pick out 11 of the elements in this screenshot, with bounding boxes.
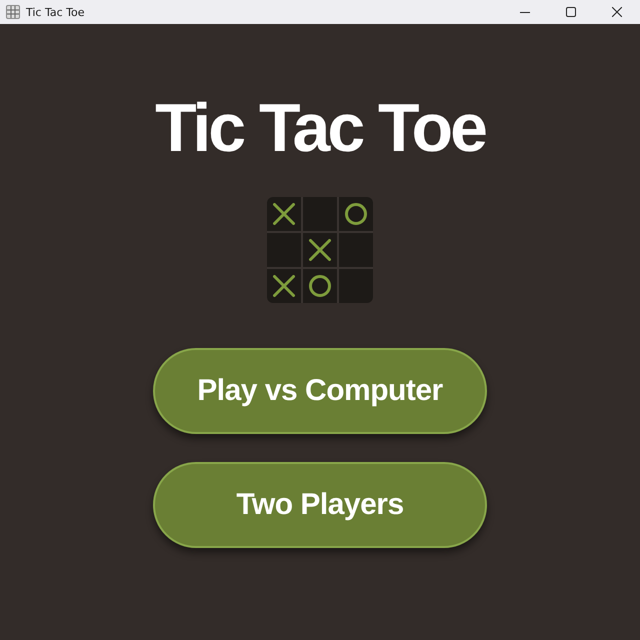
board-cell <box>267 233 301 267</box>
game-title: Tic Tac Toe <box>155 89 485 168</box>
close-icon <box>612 7 622 17</box>
board-cell <box>303 197 337 231</box>
board-cell <box>339 233 373 267</box>
window-title: Tic Tac Toe <box>26 6 85 18</box>
board-cell <box>339 269 373 303</box>
maximize-icon <box>566 7 576 17</box>
app-grid-icon <box>6 5 20 19</box>
mode-button[interactable]: Play vs Computer <box>153 348 487 434</box>
mode-button[interactable]: Two Players <box>153 462 487 548</box>
